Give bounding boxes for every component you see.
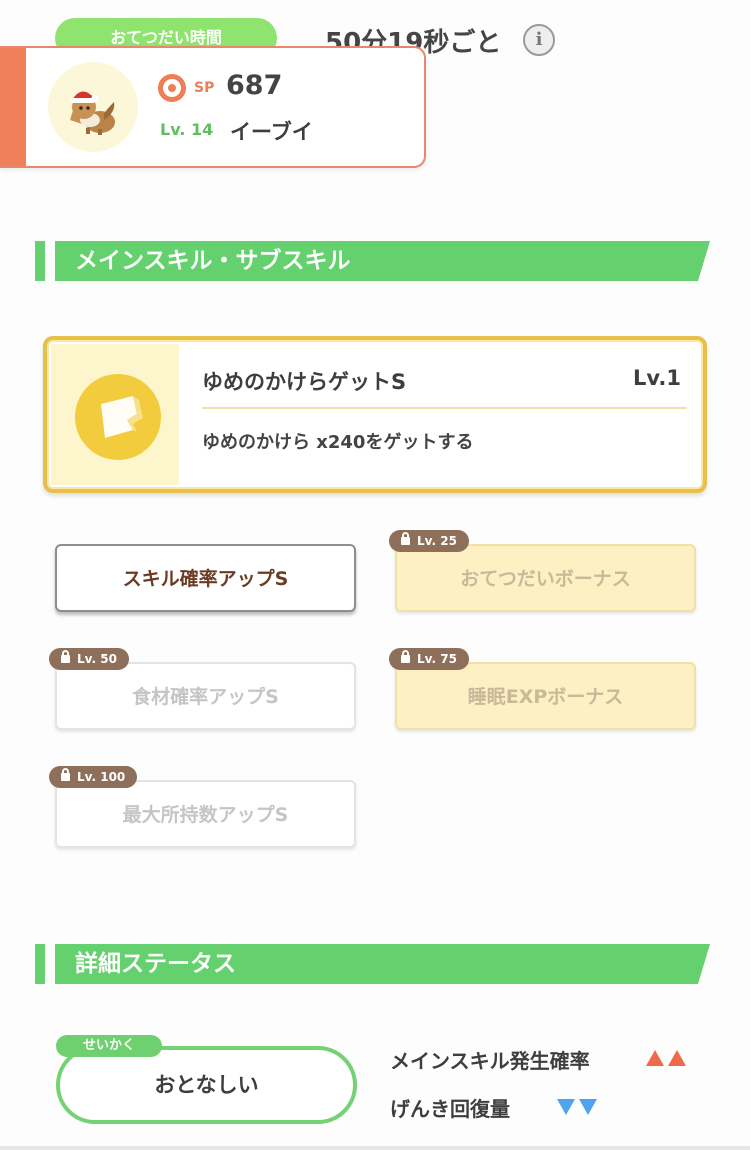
skill-icon-panel bbox=[51, 344, 179, 485]
lock-level: Lv. 75 bbox=[417, 652, 457, 666]
pokeball-icon bbox=[158, 74, 186, 102]
dream-shard-icon bbox=[75, 374, 161, 460]
lock-level: Lv. 50 bbox=[77, 652, 117, 666]
sub-skill-button[interactable]: 最大所持数アップS bbox=[55, 780, 356, 848]
nature-button[interactable]: おとなしい bbox=[56, 1046, 357, 1124]
nature-effect-label: げんき回復量 bbox=[390, 1097, 510, 1121]
section-marker bbox=[35, 944, 45, 984]
nature-effect-row: げんき回復量 bbox=[390, 1093, 510, 1122]
pokemon-level: Lv. 14 bbox=[160, 120, 214, 139]
lock-badge: Lv. 100 bbox=[49, 766, 138, 788]
sub-skill-button[interactable]: スキル確率アップS bbox=[55, 544, 356, 612]
nature-effect-label: メインスキル発生確率 bbox=[390, 1049, 590, 1073]
sub-skill-button[interactable]: 睡眠EXPボーナス bbox=[395, 662, 696, 730]
sub-skill-button[interactable]: おてつだいボーナス bbox=[395, 544, 696, 612]
decrease-arrows-icon bbox=[557, 1099, 601, 1119]
main-skill-name: ゆめのかけらゲットS bbox=[202, 370, 407, 394]
card-accent-stripe bbox=[0, 48, 26, 166]
pokemon-name: イーブイ bbox=[230, 120, 313, 144]
lock-level: Lv. 100 bbox=[77, 770, 126, 784]
main-skill-card[interactable]: ゆめのかけらゲットS Lv.1 ゆめのかけら x240をゲットする bbox=[43, 336, 707, 493]
sp-value: 687 bbox=[226, 70, 283, 101]
main-skill-description: ゆめのかけら x240をゲットする bbox=[202, 432, 474, 453]
pokemon-avatar bbox=[48, 62, 138, 152]
lock-badge: Lv. 75 bbox=[389, 648, 469, 670]
lock-level: Lv. 25 bbox=[417, 534, 457, 548]
lock-icon bbox=[401, 650, 410, 663]
section-title-status: 詳細ステータス bbox=[55, 944, 710, 984]
sub-skill-button[interactable]: 食材確率アップS bbox=[55, 662, 356, 730]
bottom-divider bbox=[0, 1146, 750, 1150]
lock-icon bbox=[401, 532, 410, 545]
lock-badge: Lv. 25 bbox=[389, 530, 469, 552]
nature-effect-row: メインスキル発生確率 bbox=[390, 1045, 590, 1074]
pokemon-card[interactable]: SP 687 Lv. 14 イーブイ bbox=[0, 46, 426, 168]
info-icon[interactable]: i bbox=[523, 24, 555, 56]
eevee-sprite-icon bbox=[70, 91, 115, 135]
nature-badge: せいかく bbox=[56, 1035, 162, 1057]
divider bbox=[202, 407, 687, 409]
lock-icon bbox=[61, 768, 70, 781]
main-skill-level: Lv.1 bbox=[633, 366, 681, 390]
lock-badge: Lv. 50 bbox=[49, 648, 129, 670]
lock-icon bbox=[61, 650, 70, 663]
section-title-skills: メインスキル・サブスキル bbox=[55, 241, 710, 281]
increase-arrows-icon bbox=[646, 1050, 690, 1070]
sp-label: SP bbox=[194, 80, 215, 96]
section-marker bbox=[35, 241, 45, 281]
